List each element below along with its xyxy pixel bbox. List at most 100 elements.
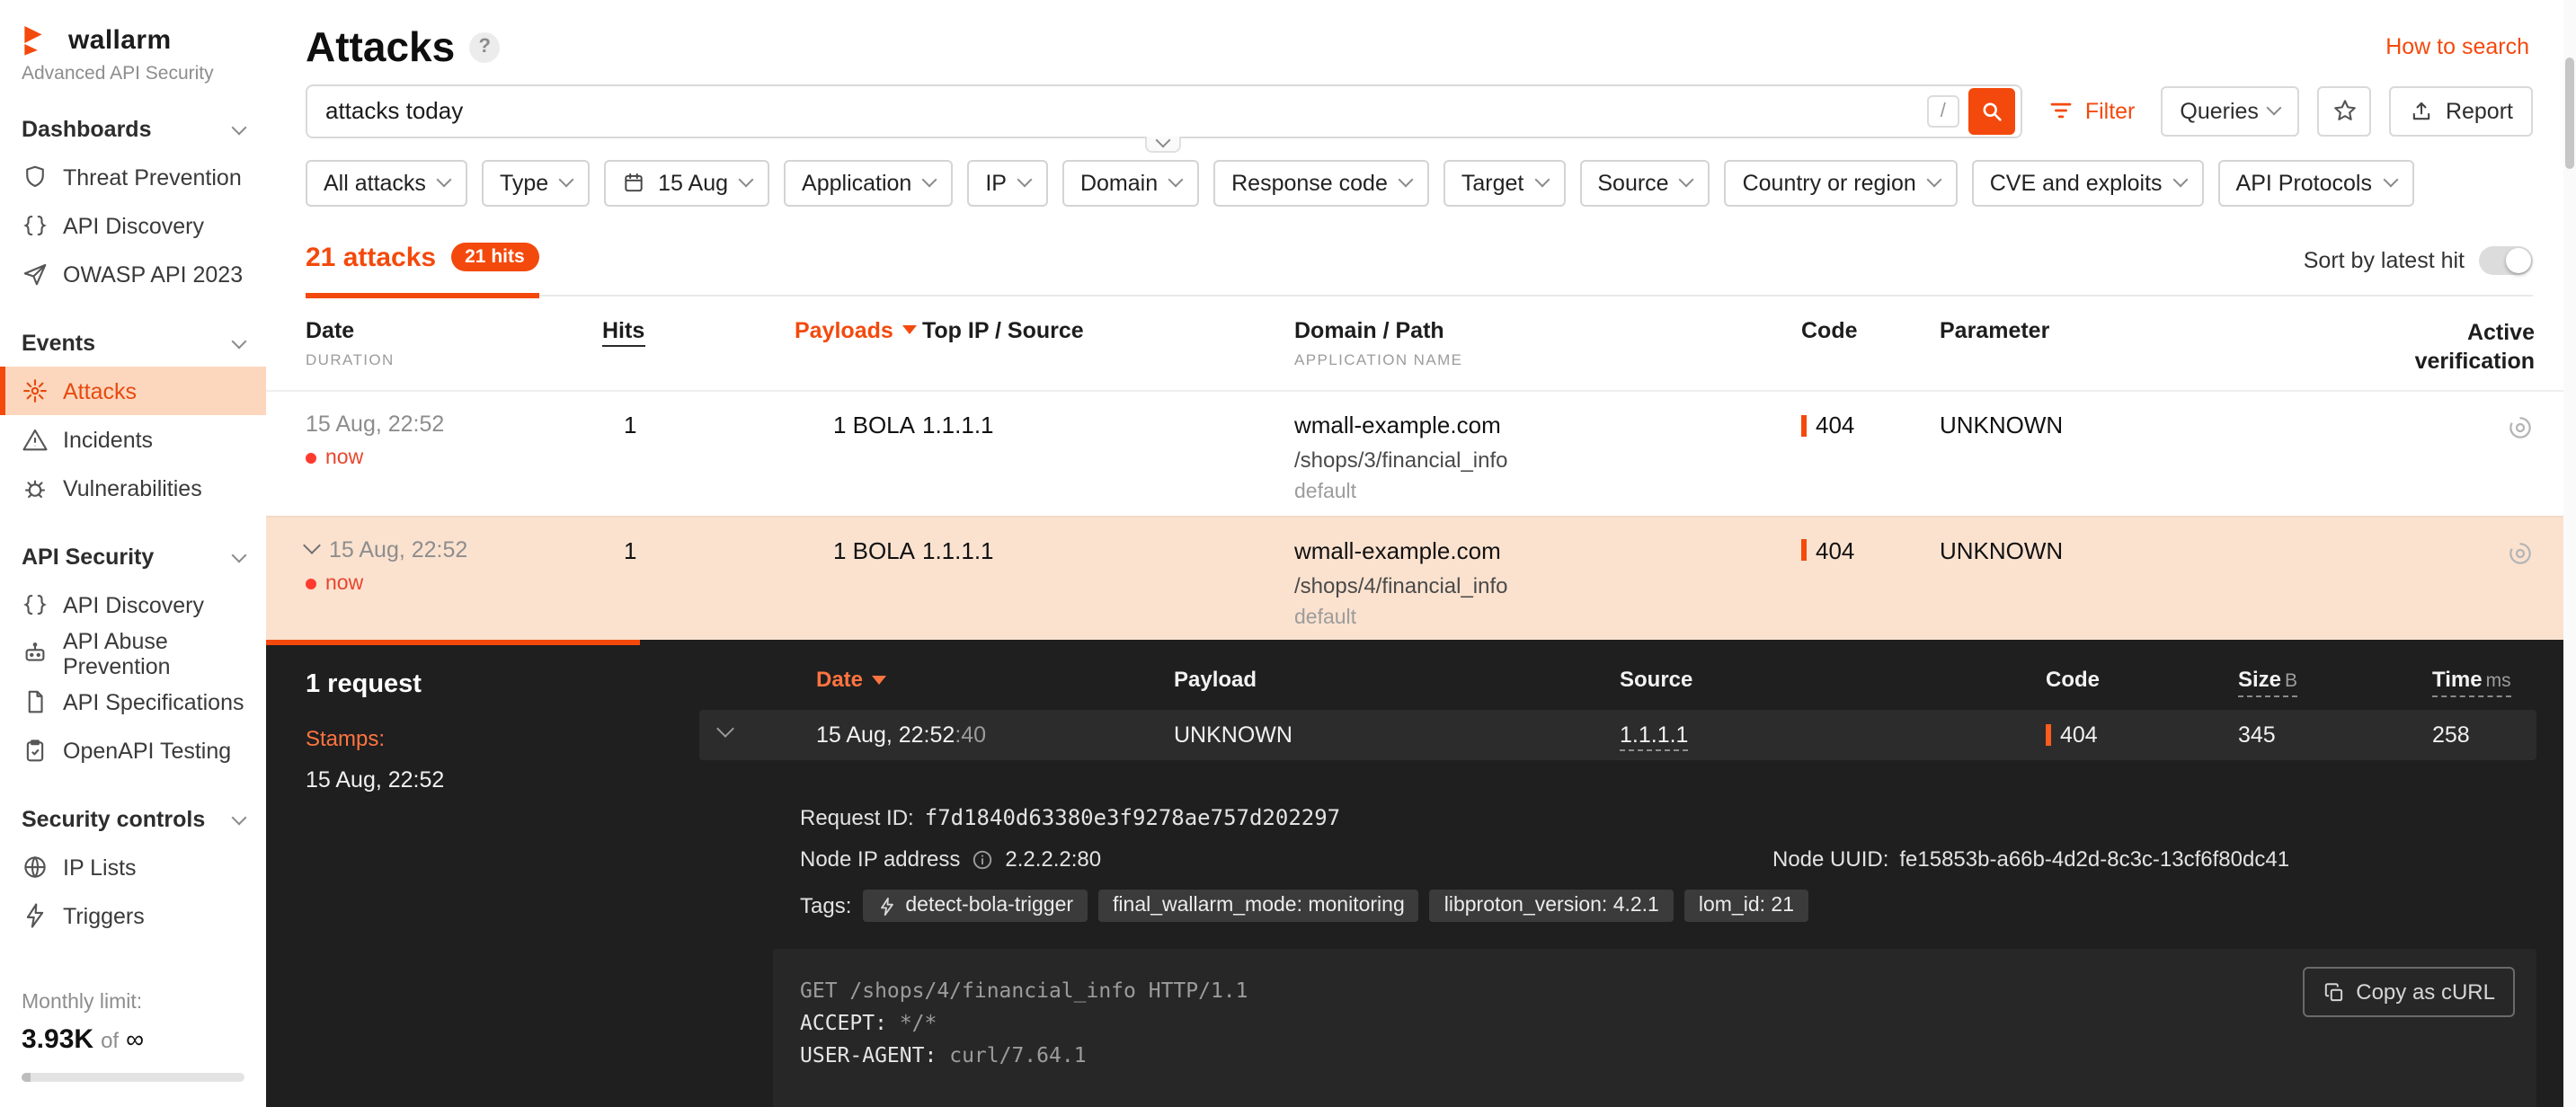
sort-toggle[interactable] [2479,246,2533,275]
filter-domain[interactable]: Domain [1062,160,1199,207]
attack-date: 15 Aug, 22:52 [306,412,444,438]
hits-badge: 21 hits [450,244,539,272]
section-label: Events [22,331,95,356]
sidebar-item-vulnerabilities[interactable]: Vulnerabilities [0,464,266,512]
lightning-icon [22,902,49,929]
freshness-label: now [325,448,363,470]
search-icon [1979,99,2004,124]
sidebar-item-api-discovery-2[interactable]: API Discovery [0,580,266,629]
scrollbar-thumb[interactable] [2565,58,2574,169]
sidebar-item-api-abuse-prevention[interactable]: API Abuse Prevention [0,629,266,677]
sidebar-item-ip-lists[interactable]: IP Lists [0,843,266,891]
sidebar-item-api-discovery[interactable]: API Discovery [0,201,266,250]
detail-col-date[interactable]: Date [816,667,1174,692]
active-verification-icon[interactable] [2506,414,2535,443]
wallarm-console: wallarm Advanced API Security Dashboards… [0,0,2576,1107]
sidebar-item-owasp-api-2023[interactable]: OWASP API 2023 [0,250,266,298]
sort-desc-icon [872,675,886,684]
slash-shortcut-key: / [1927,95,1959,128]
http-request-line: GET /shops/4/financial_info HTTP/1.1 [800,974,2511,1006]
chevron-down-icon[interactable] [716,720,734,738]
sidebar-item-label: Triggers [63,903,145,928]
attacks-count-tab[interactable]: 21 attacks 21 hits [306,243,539,298]
sidebar-item-attacks[interactable]: Attacks [0,367,266,415]
col-header-hits[interactable]: Hits [602,318,795,343]
sidebar-item-incidents[interactable]: Incidents [0,415,266,464]
filter-source[interactable]: Source [1579,160,1710,207]
robot-icon [22,640,49,667]
sidebar-section-dashboards[interactable]: Dashboards [22,106,244,153]
col-header-payloads[interactable]: Payloads [795,318,922,343]
filter-country[interactable]: Country or region [1725,160,1958,207]
queries-button[interactable]: Queries [2160,86,2300,137]
sidebar-item-triggers[interactable]: Triggers [0,891,266,940]
sidebar-item-api-specifications[interactable]: API Specifications [0,677,266,726]
vertical-scrollbar[interactable] [2563,0,2576,1107]
filter-api-protocols[interactable]: API Protocols [2218,160,2413,207]
attack-row-2-expanded[interactable]: 15 Aug, 22:52 now 1 1 BOLA 1.1.1.1 wmall… [266,515,2576,640]
sidebar-item-label: API Discovery [63,592,204,617]
paper-plane-icon [22,261,49,288]
requests-table: Date Payload Source Code SizeB Timems 15… [699,640,2536,1107]
sidebar-section-events[interactable]: Events [22,320,244,367]
chevron-down-icon [232,810,247,825]
calendar-icon [622,172,645,195]
chevron-down-icon [232,547,247,562]
request-source-ip[interactable]: 1.1.1.1 [1620,722,1688,751]
http-header-value: curl/7.64.1 [949,1042,1086,1067]
brand[interactable]: wallarm [22,22,244,58]
attack-path: /shops/3/financial_info [1294,448,1801,474]
attack-response-code: 404 [1816,412,1854,439]
star-icon [2332,98,2358,125]
help-icon[interactable]: ? [469,32,500,63]
sidebar-nav: Dashboards Threat Prevention API Discove… [22,106,244,940]
query-builder-expander[interactable] [1146,137,1182,153]
filter-date[interactable]: 15 Aug [604,160,769,207]
sidebar-item-label: API Abuse Prevention [63,628,244,678]
http-header-name: USER-AGENT: [800,1042,937,1067]
sidebar-item-openapi-testing[interactable]: OpenAPI Testing [0,726,266,775]
filter-ip[interactable]: IP [967,160,1048,207]
sidebar-section-api-security[interactable]: API Security [22,534,244,580]
request-count: 1 request [306,670,665,699]
search-input[interactable] [325,98,1927,125]
request-time: 258 [2432,722,2536,748]
attack-payloads: 1 BOLA [795,412,922,439]
filter-type[interactable]: Type [482,160,590,207]
brand-name: wallarm [68,24,172,55]
info-icon[interactable] [971,847,994,871]
filter-target[interactable]: Target [1443,160,1566,207]
detail-col-payload: Payload [1174,667,1620,692]
sidebar-item-label: API Specifications [63,689,244,714]
filter-all-attacks[interactable]: All attacks [306,160,467,207]
request-payload: UNKNOWN [1174,722,1620,748]
filter-lines-icon [2047,98,2074,125]
copy-as-curl-button[interactable]: Copy as cURL [2302,967,2515,1017]
attack-application: default [1294,607,1801,628]
sidebar-item-threat-prevention[interactable]: Threat Prevention [0,153,266,201]
braces-icon [22,591,49,618]
search-button[interactable] [1968,88,2015,135]
globe-icon [22,854,49,881]
chevron-down-icon[interactable] [303,536,321,554]
export-icon [2410,99,2435,124]
filter-cve-exploits[interactable]: CVE and exploits [1972,160,2204,207]
attacks-count: 21 attacks [306,243,436,273]
how-to-search-link[interactable]: How to search [2385,35,2529,60]
filter-button[interactable]: Filter [2040,86,2143,137]
attack-row-1[interactable]: 15 Aug, 22:52 now 1 1 BOLA 1.1.1.1 wmall… [266,391,2576,516]
sidebar-section-security-controls[interactable]: Security controls [22,796,244,843]
detail-col-time: Timems [2432,667,2536,692]
report-button[interactable]: Report [2390,86,2533,137]
tag-lom-id: lom_id: 21 [1684,890,1808,922]
filter-application[interactable]: Application [784,160,953,207]
favorite-query-button[interactable] [2318,86,2372,137]
sidebar-item-label: OWASP API 2023 [63,261,243,287]
chevron-down-icon [1017,173,1032,188]
chevron-down-icon [1679,173,1694,188]
request-row[interactable]: 15 Aug, 22:52:40 UNKNOWN 1.1.1.1 404 345… [699,710,2536,760]
attack-domain: wmall-example.com [1294,412,1801,439]
active-verification-icon[interactable] [2506,538,2535,567]
filter-response-code[interactable]: Response code [1213,160,1429,207]
code-status-bar [1801,415,1807,437]
